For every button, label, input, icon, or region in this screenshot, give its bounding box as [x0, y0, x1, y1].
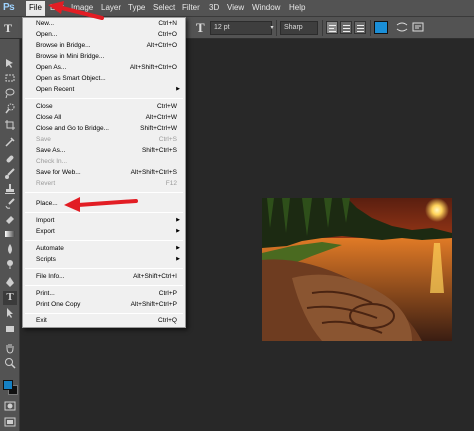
font-size-field[interactable]: 12 pt: [210, 21, 272, 35]
menu-separator: [25, 313, 183, 314]
submenu-arrow-icon: ▶: [176, 217, 180, 223]
menu-item-exit[interactable]: Exit Ctrl+Q: [23, 316, 185, 327]
divider: [276, 20, 277, 36]
menu-item-automate[interactable]: Automate ▶: [23, 244, 185, 255]
annotation-arrow-file: [48, 1, 104, 20]
menu-item-save-for-web[interactable]: Save for Web... Alt+Shift+Ctrl+S: [23, 168, 185, 179]
submenu-arrow-icon: ▶: [176, 228, 180, 234]
divider: [370, 20, 371, 36]
quick-mask-icon[interactable]: [3, 400, 17, 414]
clone-stamp-tool-icon[interactable]: [3, 183, 17, 197]
screen-mode-icon[interactable]: [3, 416, 17, 430]
type-tool-preset-icon[interactable]: T: [4, 21, 12, 36]
lasso-tool-icon[interactable]: [3, 87, 17, 101]
menu-item-close-all[interactable]: Close All Alt+Ctrl+W: [23, 113, 185, 124]
character-panel-icon[interactable]: [412, 21, 424, 33]
spot-healing-tool-icon[interactable]: [3, 153, 17, 167]
text-color-swatch[interactable]: [374, 21, 388, 34]
menu-select[interactable]: Select: [153, 3, 175, 12]
menu-item-revert: Revert F12: [36, 180, 177, 187]
menu-item-browse-bridge[interactable]: Browse in Bridge... Alt+Ctrl+O: [23, 41, 185, 52]
divider: [322, 20, 323, 36]
menu-item-export[interactable]: Export ▶: [23, 227, 185, 238]
warp-text-icon[interactable]: [396, 21, 408, 33]
submenu-arrow-icon: ▶: [176, 256, 180, 262]
font-size-icon: T: [196, 20, 205, 35]
menu-item-print-one-copy[interactable]: Print One Copy Alt+Shift+Ctrl+P: [23, 300, 185, 311]
canvas-image-sunset-lake[interactable]: [262, 198, 452, 341]
menu-window[interactable]: Window: [252, 3, 280, 12]
antialias-select[interactable]: Sharp: [280, 21, 318, 35]
menu-item-file-info[interactable]: File Info... Alt+Shift+Ctrl+I: [23, 272, 185, 283]
menu-item-check-in: Check In...: [36, 158, 68, 165]
menu-item-save: Save Ctrl+S: [36, 136, 177, 143]
brush-tool-icon[interactable]: [3, 168, 17, 182]
hand-tool-icon[interactable]: [3, 342, 17, 356]
menu-separator: [25, 240, 183, 241]
foreground-color-swatch[interactable]: [3, 380, 13, 390]
pen-tool-icon[interactable]: [3, 276, 17, 290]
menu-item-open-recent[interactable]: Open Recent ▶: [23, 85, 185, 96]
menu-filter[interactable]: Filter: [182, 3, 200, 12]
marquee-tool-icon[interactable]: [3, 72, 17, 86]
menu-separator: [25, 98, 183, 99]
crop-tool-icon[interactable]: [3, 119, 17, 133]
menu-separator: [25, 285, 183, 286]
file-menu-dropdown: New... Ctrl+N Open... Ctrl+O Browse in Bri…: [22, 17, 186, 328]
menu-item-close-go-bridge[interactable]: Close and Go to Bridge... Shift+Ctrl+W: [23, 124, 185, 135]
menu-view[interactable]: View: [227, 3, 244, 12]
menu-item-close[interactable]: Close Ctrl+W: [23, 102, 185, 113]
submenu-arrow-icon: ▶: [176, 86, 180, 92]
menu-file[interactable]: File: [26, 1, 45, 16]
menu-separator: [25, 192, 183, 193]
dodge-tool-icon[interactable]: [3, 258, 17, 272]
menu-item-print[interactable]: Print... Ctrl+P: [23, 289, 185, 300]
tools-panel: T: [0, 39, 20, 431]
align-center-button[interactable]: [340, 21, 352, 34]
menu-item-open-smart-object[interactable]: Open as Smart Object...: [23, 74, 185, 85]
type-tool-icon[interactable]: T: [3, 291, 17, 305]
menu-item-scripts[interactable]: Scripts ▶: [23, 255, 185, 266]
menu-item-save-as[interactable]: Save As... Shift+Ctrl+S: [23, 146, 185, 157]
menu-layer[interactable]: Layer: [101, 3, 121, 12]
eyedropper-tool-icon[interactable]: [3, 136, 17, 150]
eraser-tool-icon[interactable]: [3, 213, 17, 227]
quick-select-tool-icon[interactable]: [3, 102, 17, 116]
align-left-button[interactable]: [326, 21, 338, 34]
path-select-tool-icon[interactable]: [3, 307, 17, 321]
menu-help[interactable]: Help: [289, 3, 305, 12]
blur-tool-icon[interactable]: [3, 243, 17, 257]
menu-item-open[interactable]: Open... Ctrl+O: [23, 30, 185, 41]
annotation-arrow-place: [64, 197, 138, 212]
submenu-arrow-icon: ▶: [176, 245, 180, 251]
menu-3d[interactable]: 3D: [209, 3, 219, 12]
menu-item-import[interactable]: Import ▶: [23, 216, 185, 227]
gradient-tool-icon[interactable]: [3, 228, 17, 242]
menu-separator: [25, 268, 183, 269]
align-right-button[interactable]: [354, 21, 366, 34]
menu-item-browse-mini-bridge[interactable]: Browse in Mini Bridge...: [23, 52, 185, 63]
move-tool-icon[interactable]: [3, 57, 17, 71]
rectangle-tool-icon[interactable]: [3, 323, 17, 337]
photoshop-logo: Ps: [3, 2, 15, 13]
menu-type[interactable]: Type: [128, 3, 145, 12]
zoom-tool-icon[interactable]: [3, 357, 17, 371]
history-brush-tool-icon[interactable]: [3, 198, 17, 212]
menu-item-open-as[interactable]: Open As... Alt+Shift+Ctrl+O: [23, 63, 185, 74]
